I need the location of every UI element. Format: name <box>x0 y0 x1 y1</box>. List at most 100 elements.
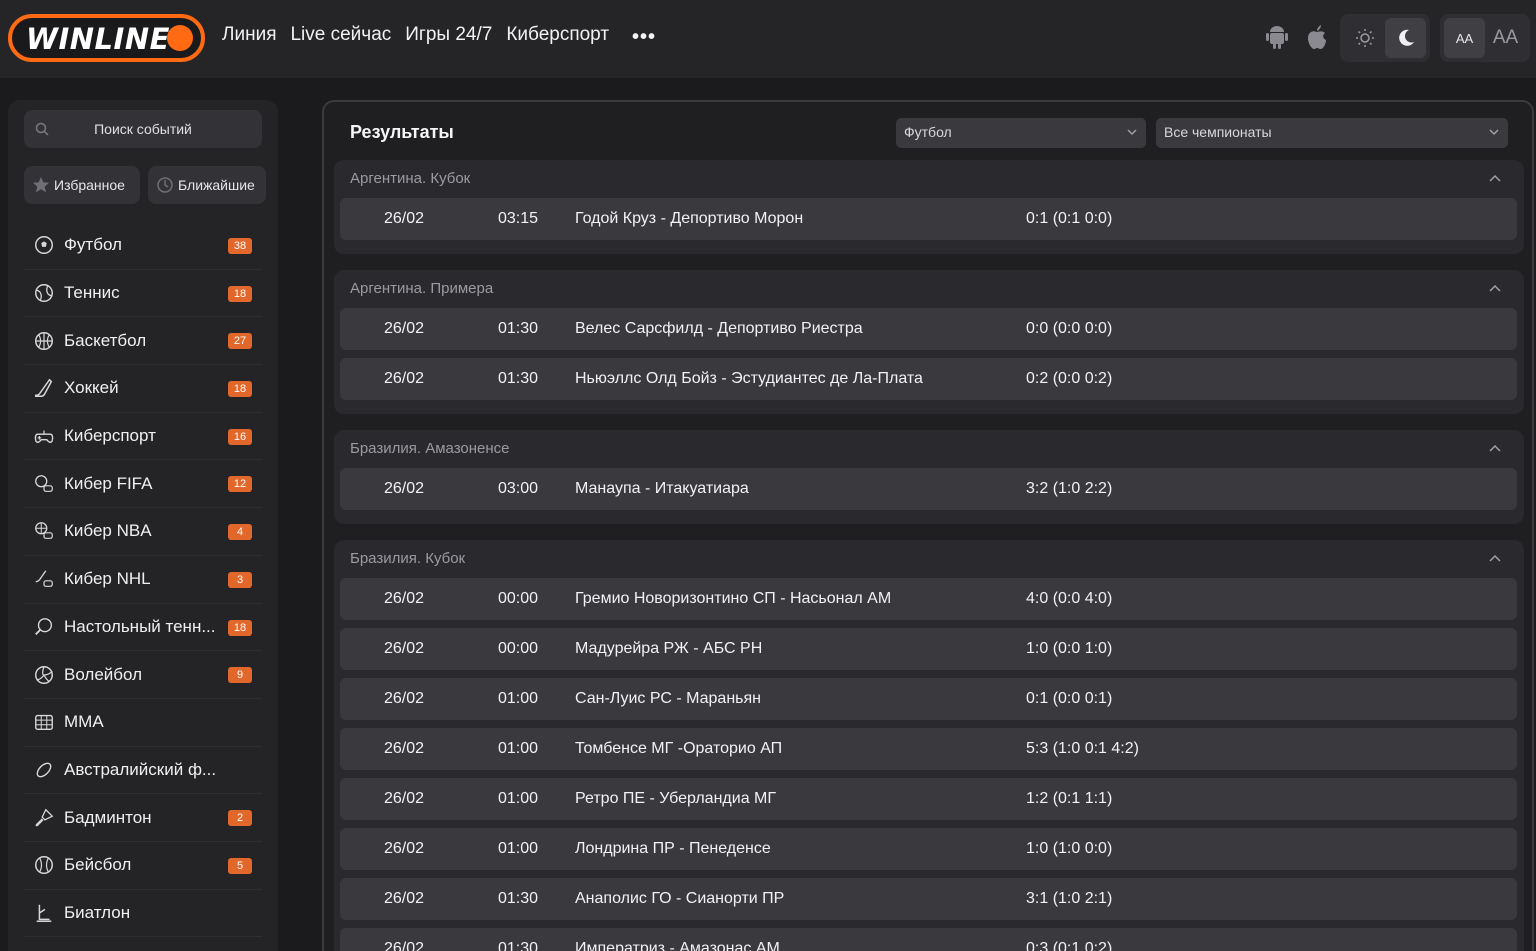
sidebar-item-badminton[interactable]: Бадминтон 2 <box>24 794 262 842</box>
count-badge: 18 <box>228 619 252 636</box>
sidebar-item-gamepad[interactable]: Киберспорт 16 <box>24 413 262 461</box>
cyber-fifa-icon <box>32 472 56 496</box>
favorites-button[interactable]: Избранное <box>24 166 140 204</box>
match-date: 26/02 <box>384 370 425 387</box>
mma-icon <box>32 710 56 734</box>
count-badge: 18 <box>228 381 252 398</box>
match-row[interactable]: 26/02 01:30 Велес Сарсфилд - Депортиво Рие… <box>340 308 1517 350</box>
sidebar-item-label: Бадминтон <box>64 807 152 827</box>
chevron-up-icon[interactable] <box>1488 442 1502 456</box>
championship-group: Аргентина. Кубок 26/02 03:15 Годой Круз - Д… <box>334 160 1524 254</box>
match-teams: Мадурейра РЖ - АБС РН <box>575 640 763 657</box>
championship-name: Бразилия. Кубок <box>350 550 466 567</box>
match-row[interactable]: 26/02 03:15 Годой Круз - Депортиво Морон 0:… <box>340 198 1517 240</box>
match-row[interactable]: 26/02 01:00 Томбенсе МГ -Ораторио АП 5:3 (1… <box>340 728 1517 770</box>
sidebar-item-table-tennis[interactable]: Настольный тенн... 18 <box>24 604 262 652</box>
sidebar-item-label: Хоккей <box>64 378 119 398</box>
match-teams: Гремио Новоризонтино СП - Насьонал АМ <box>575 590 892 607</box>
nav-games[interactable]: Игры 24/7 <box>405 24 492 46</box>
match-teams: Сан-Луис РС - Мараньян <box>575 690 761 707</box>
match-time: 01:00 <box>498 740 539 757</box>
sports-sidebar: Поиск событий Избранное Ближайшие Футбол… <box>8 100 278 951</box>
sidebar-item-volleyball[interactable]: Волейбол 9 <box>24 651 262 699</box>
nav-live[interactable]: Live сейчас <box>290 24 391 46</box>
sidebar-item-cyber-nhl[interactable]: Кибер NHL 3 <box>24 556 262 604</box>
sidebar-item-biathlon[interactable]: Биатлон <box>24 890 262 938</box>
match-score: 0:1 (0:1 0:0) <box>1026 210 1113 227</box>
sidebar-item-label: Киберспорт <box>64 426 156 446</box>
logo-dot-icon <box>167 25 193 51</box>
sidebar-item-label: Баскетбол <box>64 330 147 350</box>
moon-icon[interactable] <box>1385 18 1426 58</box>
biathlon-icon <box>32 901 56 925</box>
sidebar-item-basketball[interactable]: Баскетбол 27 <box>24 317 262 366</box>
sidebar-item-label: Настольный тенн... <box>64 616 216 636</box>
count-badge: 5 <box>228 857 252 874</box>
match-score: 1:0 (0:0 1:0) <box>1026 640 1113 657</box>
match-row[interactable]: 26/02 00:00 Гремио Новоризонтино СП - Нась… <box>340 578 1517 620</box>
text-size-small-button[interactable]: AA <box>1444 18 1485 58</box>
match-teams: Манаупа - Итакуатиара <box>575 480 749 497</box>
sport-select[interactable]: Футбол <box>896 118 1146 148</box>
chevron-up-icon[interactable] <box>1488 282 1502 296</box>
sidebar-item-aussie-football[interactable]: Австралийский ф... <box>24 747 262 795</box>
nearest-button[interactable]: Ближайшие <box>148 166 266 204</box>
match-date: 26/02 <box>384 590 425 607</box>
match-time: 01:00 <box>498 690 539 707</box>
match-row[interactable]: 26/02 01:00 Лондрина ПР - Пенеденсе 1:0 (1:… <box>340 828 1517 870</box>
search-input[interactable]: Поиск событий <box>24 110 262 148</box>
match-date: 26/02 <box>384 890 425 907</box>
match-score: 5:3 (1:0 0:1 4:2) <box>1026 740 1139 757</box>
main-nav: Линия Live сейчас Игры 24/7 Киберспорт <box>222 24 609 46</box>
match-row[interactable]: 26/02 01:00 Сан-Луис РС - Мараньян 0:1 (0:0… <box>340 678 1517 720</box>
sidebar-item-mma[interactable]: ММА <box>24 699 262 747</box>
match-time: 01:00 <box>498 840 539 857</box>
championship-name: Аргентина. Кубок <box>350 170 471 187</box>
star-icon <box>33 177 49 193</box>
page-title: Результаты <box>350 122 454 142</box>
match-score: 0:1 (0:0 0:1) <box>1026 690 1113 707</box>
match-row[interactable]: 26/02 01:00 Ретро ПЕ - Уберландиа МГ 1:2 (0… <box>340 778 1517 820</box>
sidebar-item-cyber-nba[interactable]: Кибер NBA 4 <box>24 508 262 556</box>
count-badge: 38 <box>228 238 252 254</box>
nav-esports[interactable]: Киберспорт <box>506 24 609 46</box>
match-score: 3:2 (1:0 2:2) <box>1026 480 1113 497</box>
theme-switcher <box>1340 14 1430 62</box>
match-teams: Годой Круз - Депортиво Морон <box>575 210 804 227</box>
count-badge: 9 <box>228 667 252 684</box>
nav-line[interactable]: Линия <box>222 24 276 46</box>
championship-group: Бразилия. Амазоненсе 26/02 03:00 Манаупа - … <box>334 430 1524 524</box>
count-badge: 16 <box>228 428 252 445</box>
match-time: 01:30 <box>498 940 539 951</box>
sidebar-item-label: Кибер NBA <box>64 521 152 541</box>
count-badge: 18 <box>228 285 252 302</box>
badminton-icon <box>32 806 56 830</box>
gamepad-icon <box>32 424 56 448</box>
match-row[interactable]: 26/02 01:30 Ньюэллс Олд Бойз - Эстудиантес… <box>340 358 1517 400</box>
sun-icon[interactable] <box>1344 18 1385 58</box>
match-date: 26/02 <box>384 940 425 951</box>
sidebar-item-baseball[interactable]: Бейсбол 5 <box>24 842 262 890</box>
match-date: 26/02 <box>384 790 425 807</box>
android-icon[interactable] <box>1264 22 1290 52</box>
match-score: 1:2 (0:1 1:1) <box>1026 790 1113 807</box>
championship-select[interactable]: Все чемпионаты <box>1156 118 1508 148</box>
match-date: 26/02 <box>384 210 425 227</box>
text-size-large-button[interactable]: AA <box>1485 18 1526 58</box>
sidebar-item-football[interactable]: Футбол 38 <box>24 222 262 270</box>
chevron-up-icon[interactable] <box>1488 172 1502 186</box>
apple-icon[interactable] <box>1304 22 1330 52</box>
match-row[interactable]: 26/02 01:30 Анаполис ГО - Сианорти ПР 3:1 (… <box>340 878 1517 920</box>
match-row[interactable]: 26/02 00:00 Мадурейра РЖ - АБС РН 1:0 (0:0 … <box>340 628 1517 670</box>
chevron-up-icon[interactable] <box>1488 552 1502 566</box>
sidebar-item-tennis[interactable]: Теннис 18 <box>24 270 262 318</box>
winline-logo[interactable]: WINLINE <box>8 14 205 62</box>
text-size-switcher: AA AA <box>1440 14 1530 62</box>
match-row[interactable]: 26/02 03:00 Манаупа - Итакуатиара 3:2 (1:0 … <box>340 468 1517 510</box>
sidebar-item-cyber-fifa[interactable]: Кибер FIFA 12 <box>24 460 262 509</box>
sidebar-item-hockey[interactable]: Хоккей 18 <box>24 365 262 413</box>
match-row[interactable]: 26/02 01:30 Императриз - Амазонас АМ 0:3 (0… <box>340 928 1517 951</box>
more-menu-button[interactable]: ••• <box>632 26 656 49</box>
search-placeholder: Поиск событий <box>94 121 192 137</box>
sport-select-value: Футбол <box>904 124 952 140</box>
